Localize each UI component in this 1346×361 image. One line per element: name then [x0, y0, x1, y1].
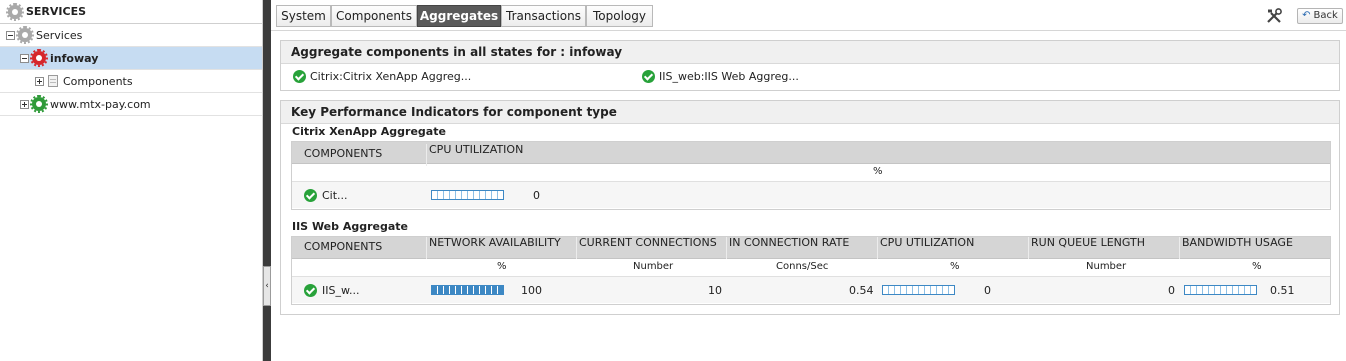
tree-item-label: Components: [63, 74, 133, 88]
column-header-cpu-utilization: CPU UTILIZATION: [426, 144, 1330, 166]
tree-item-infoway[interactable]: infoway: [0, 47, 262, 70]
expand-toggle-icon[interactable]: [35, 76, 44, 86]
component-name[interactable]: Cit...: [322, 189, 348, 202]
cpu-utilization-value: 0: [984, 284, 991, 297]
iis-section-title: IIS Web Aggregate: [292, 220, 409, 233]
ok-gear-icon: [30, 95, 48, 113]
units-row: %: [292, 165, 1330, 182]
tab-aggregates[interactable]: Aggregates: [417, 5, 501, 27]
aggregate-item-label: Citrix:Citrix XenApp Aggreg...: [310, 70, 472, 83]
status-ok-icon: [304, 284, 317, 297]
aggregate-item-label: IIS_web:IIS Web Aggreg...: [659, 70, 799, 83]
collapse-sidebar-icon[interactable]: ‹: [263, 266, 271, 306]
current-connections-value: 10: [708, 284, 722, 297]
panel-splitter[interactable]: ‹: [263, 0, 271, 361]
tree-item-services[interactable]: Services: [0, 24, 262, 47]
unit-bandwidth-usage: %: [1252, 261, 1262, 272]
cpu-utilization-value: 0: [533, 189, 540, 202]
bandwidth-usage-value: 0.51: [1270, 284, 1295, 297]
back-button[interactable]: ↶ Back: [1297, 8, 1343, 24]
back-button-label: Back: [1313, 10, 1338, 21]
tab-bar: System Components Aggregates Transaction…: [271, 0, 1346, 31]
main-content: System Components Aggregates Transaction…: [271, 0, 1346, 361]
status-ok-icon: [293, 70, 306, 83]
column-header-bandwidth-usage: BANDWIDTH USAGE: [1179, 237, 1330, 259]
run-queue-length-value: 0: [1168, 284, 1175, 297]
units-row: % Number Conns/Sec % Number %: [292, 260, 1330, 277]
services-sidebar: SERVICES Services infoway Components www…: [0, 0, 263, 361]
unit-network-availability: %: [497, 261, 507, 272]
table-row[interactable]: Cit... 0: [292, 182, 1330, 208]
tree-item-label: www.mtx-pay.com: [50, 97, 151, 111]
unit-cpu-utilization: %: [873, 166, 883, 177]
gear-icon: [16, 26, 34, 44]
collapse-toggle-icon[interactable]: [20, 53, 29, 63]
in-connection-rate-value: 0.54: [849, 284, 874, 297]
tab-system[interactable]: System: [276, 5, 331, 27]
aggregate-item-iis[interactable]: IIS_web:IIS Web Aggreg...: [642, 70, 799, 83]
collapse-toggle-icon[interactable]: [6, 30, 15, 40]
critical-gear-icon: [30, 49, 48, 67]
tree-item-label: infoway: [50, 51, 99, 65]
tree-item-mtx-pay[interactable]: www.mtx-pay.com: [0, 93, 262, 116]
column-header-current-connections: CURRENT CONNECTIONS: [576, 237, 726, 259]
cpu-utilization-bar: [431, 190, 504, 200]
unit-run-queue-length: Number: [1086, 261, 1127, 272]
table-row[interactable]: IIS_w... 100 10 0.54 0 0 0.51: [292, 277, 1330, 303]
table-header: COMPONENTS NETWORK AVAILABILITY CURRENT …: [292, 237, 1330, 259]
kpi-panel: Key Performance Indicators for component…: [280, 100, 1340, 315]
document-icon: [48, 75, 58, 87]
network-availability-bar: [431, 285, 504, 295]
citrix-kpi-table: COMPONENTS CPU UTILIZATION % Cit... 0: [291, 141, 1331, 210]
cpu-utilization-bar: [882, 285, 955, 295]
tab-topology[interactable]: Topology: [586, 5, 653, 27]
table-header: COMPONENTS CPU UTILIZATION: [292, 142, 1330, 166]
network-availability-value: 100: [521, 284, 542, 297]
sidebar-title: SERVICES: [26, 5, 87, 18]
tree-item-components[interactable]: Components: [0, 70, 262, 93]
column-header-network-availability: NETWORK AVAILABILITY: [426, 237, 576, 259]
status-ok-icon: [642, 70, 655, 83]
column-header-run-queue-length: RUN QUEUE LENGTH: [1028, 237, 1179, 259]
tab-components[interactable]: Components: [331, 5, 417, 27]
expand-toggle-icon[interactable]: [20, 99, 29, 109]
iis-kpi-table: COMPONENTS NETWORK AVAILABILITY CURRENT …: [291, 236, 1331, 305]
services-gear-icon: [6, 2, 24, 21]
back-arrow-icon: ↶: [1302, 10, 1311, 21]
column-header-in-connection-rate: IN CONNECTION RATE: [726, 237, 877, 259]
bandwidth-usage-bar: [1184, 285, 1257, 295]
component-name[interactable]: IIS_w...: [322, 284, 359, 297]
sidebar-header: SERVICES: [0, 0, 262, 24]
unit-in-connection-rate: Conns/Sec: [776, 261, 829, 272]
unit-cpu-utilization: %: [950, 261, 960, 272]
tab-transactions[interactable]: Transactions: [501, 5, 586, 27]
unit-current-connections: Number: [633, 261, 674, 272]
app-window: SERVICES Services infoway Components www…: [0, 0, 1346, 361]
citrix-section-title: Citrix XenApp Aggregate: [292, 125, 446, 138]
aggregate-item-citrix[interactable]: Citrix:Citrix XenApp Aggreg...: [293, 70, 471, 83]
status-ok-icon: [304, 189, 317, 202]
tools-icon[interactable]: [1266, 8, 1282, 24]
tree-item-label: Services: [36, 28, 83, 42]
aggregates-panel: Aggregate components in all states for :…: [280, 40, 1340, 91]
column-header-cpu-utilization: CPU UTILIZATION: [877, 237, 1028, 259]
aggregates-panel-title: Aggregate components in all states for :…: [281, 41, 1339, 64]
kpi-panel-title: Key Performance Indicators for component…: [281, 101, 1339, 124]
